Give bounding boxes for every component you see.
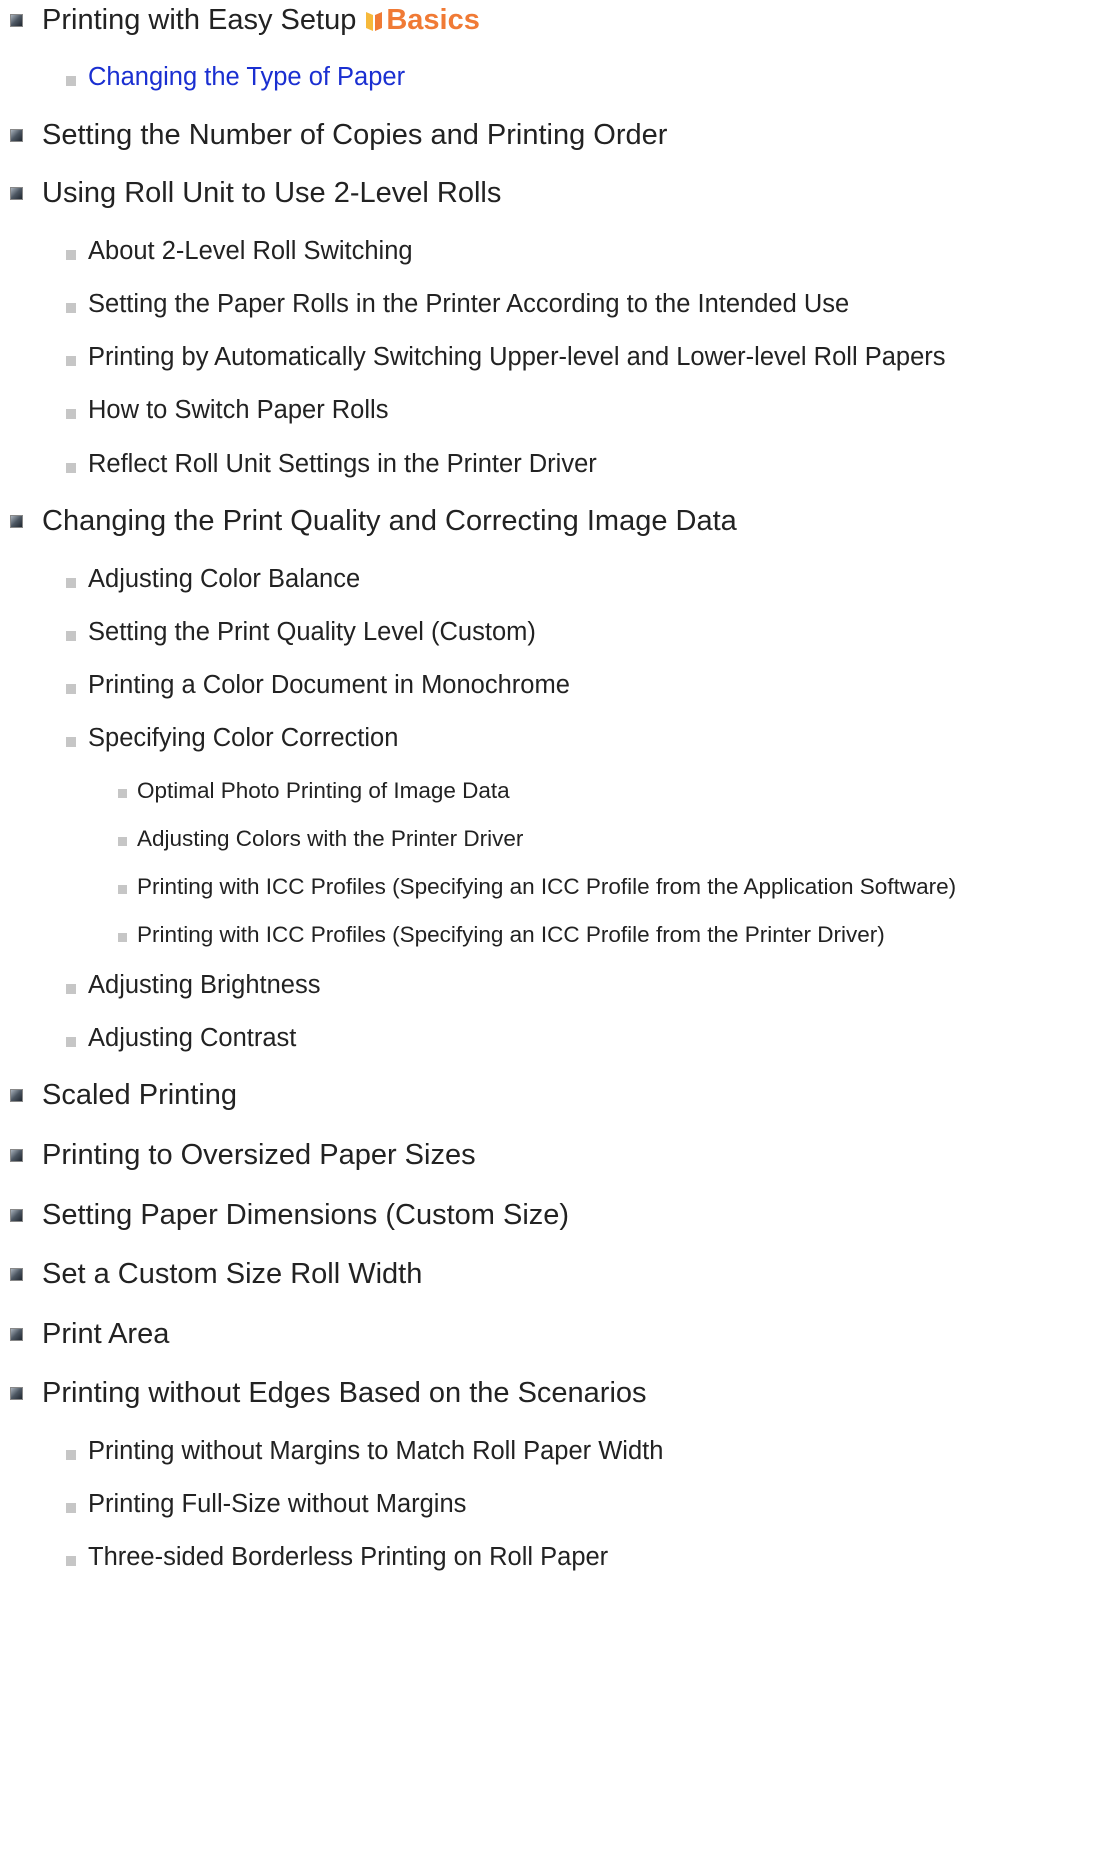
square-bullet-icon — [10, 1268, 23, 1281]
toc-item-printing-oversized-paper[interactable]: Printing to Oversized Paper Sizes — [10, 1139, 476, 1172]
toc-item-printing-with-easy-setup[interactable]: Printing with Easy Setup Basics — [10, 4, 480, 37]
toc-item-label[interactable]: Three-sided Borderless Printing on Roll … — [88, 1543, 608, 1572]
toc-item-changing-print-quality[interactable]: Changing the Print Quality and Correctin… — [10, 505, 737, 538]
small-square-bullet-icon — [66, 630, 76, 641]
small-square-bullet-icon — [66, 983, 76, 994]
toc-item-three-sided-borderless[interactable]: Three-sided Borderless Printing on Roll … — [66, 1543, 608, 1572]
toc-item-specifying-color-correction[interactable]: Specifying Color Correction — [66, 724, 398, 753]
toc-item-label[interactable]: Print Area — [42, 1318, 169, 1351]
toc-item-label[interactable]: Adjusting Color Balance — [88, 565, 360, 594]
toc-item-label[interactable]: Setting the Number of Copies and Printin… — [42, 119, 667, 152]
small-square-bullet-icon — [66, 1555, 76, 1566]
toc-item-label[interactable]: Printing by Automatically Switching Uppe… — [88, 343, 946, 372]
toc-item-label[interactable]: Printing Full-Size without Margins — [88, 1490, 466, 1519]
square-bullet-icon — [10, 1089, 23, 1102]
small-square-bullet-icon — [66, 462, 76, 473]
toc-item-label[interactable]: Adjusting Brightness — [88, 971, 320, 1000]
small-square-bullet-icon — [118, 837, 127, 846]
toc-item-using-roll-unit[interactable]: Using Roll Unit to Use 2-Level Rolls — [10, 177, 501, 210]
toc-item-label[interactable]: Printing without Edges Based on the Scen… — [42, 1377, 647, 1410]
toc-item-adjusting-colors-printer-driver[interactable]: Adjusting Colors with the Printer Driver — [118, 826, 523, 852]
toc-item-icc-profiles-application[interactable]: Printing with ICC Profiles (Specifying a… — [118, 874, 956, 900]
toc-item-full-size-without-margins[interactable]: Printing Full-Size without Margins — [66, 1490, 466, 1519]
toc-item-label[interactable]: About 2-Level Roll Switching — [88, 237, 413, 266]
toc-item-reflect-roll-unit-settings[interactable]: Reflect Roll Unit Settings in the Printe… — [66, 450, 597, 479]
square-bullet-icon — [10, 1149, 23, 1162]
toc-item-adjusting-contrast[interactable]: Adjusting Contrast — [66, 1024, 296, 1053]
small-square-bullet-icon — [66, 302, 76, 313]
small-square-bullet-icon — [66, 683, 76, 694]
toc-item-label[interactable]: Reflect Roll Unit Settings in the Printe… — [88, 450, 597, 479]
toc-item-label[interactable]: Adjusting Contrast — [88, 1024, 296, 1053]
toc-item-label[interactable]: Using Roll Unit to Use 2-Level Rolls — [42, 177, 501, 210]
toc-item-label[interactable]: Printing a Color Document in Monochrome — [88, 671, 570, 700]
small-square-bullet-icon — [66, 355, 76, 366]
book-icon — [366, 11, 383, 31]
small-square-bullet-icon — [66, 1449, 76, 1460]
toc-item-icc-profiles-printer-driver[interactable]: Printing with ICC Profiles (Specifying a… — [118, 922, 885, 948]
toc-item-label[interactable]: Printing with ICC Profiles (Specifying a… — [137, 922, 885, 948]
toc-item-how-to-switch-paper-rolls[interactable]: How to Switch Paper Rolls — [66, 396, 388, 425]
toc-item-print-area[interactable]: Print Area — [10, 1318, 169, 1351]
small-square-bullet-icon — [66, 1036, 76, 1047]
square-bullet-icon — [10, 1209, 23, 1222]
toc-item-label[interactable]: Setting Paper Dimensions (Custom Size) — [42, 1199, 569, 1232]
toc-item-label[interactable]: Specifying Color Correction — [88, 724, 398, 753]
small-square-bullet-icon — [66, 408, 76, 419]
toc-item-label[interactable]: Printing without Margins to Match Roll P… — [88, 1437, 663, 1466]
basics-label: Basics — [386, 4, 480, 36]
toc-item-label[interactable]: Changing the Print Quality and Correctin… — [42, 505, 737, 538]
toc-item-changing-the-type-of-paper[interactable]: Changing the Type of Paper — [66, 63, 405, 92]
toc-item-setting-paper-dimensions[interactable]: Setting Paper Dimensions (Custom Size) — [10, 1199, 569, 1232]
toc-link[interactable]: Changing the Type of Paper — [88, 63, 405, 92]
toc-item-label[interactable]: Set a Custom Size Roll Width — [42, 1258, 422, 1291]
small-square-bullet-icon — [66, 249, 76, 260]
toc-item-label[interactable]: Setting the Print Quality Level (Custom) — [88, 618, 536, 647]
toc-item-setting-print-quality-level[interactable]: Setting the Print Quality Level (Custom) — [66, 618, 536, 647]
toc-item-label[interactable]: Printing to Oversized Paper Sizes — [42, 1139, 476, 1172]
small-square-bullet-icon — [66, 1502, 76, 1513]
small-square-bullet-icon — [66, 736, 76, 747]
toc-item-printing-without-edges[interactable]: Printing without Edges Based on the Scen… — [10, 1377, 647, 1410]
toc-item-adjusting-brightness[interactable]: Adjusting Brightness — [66, 971, 320, 1000]
small-square-bullet-icon — [118, 789, 127, 798]
toc-item-label[interactable]: Scaled Printing — [42, 1079, 237, 1112]
toc-item-label[interactable]: Printing with Easy Setup — [42, 4, 356, 37]
toc-item-custom-size-roll-width[interactable]: Set a Custom Size Roll Width — [10, 1258, 422, 1291]
toc-item-without-margins-roll-width[interactable]: Printing without Margins to Match Roll P… — [66, 1437, 663, 1466]
toc-item-label[interactable]: How to Switch Paper Rolls — [88, 396, 388, 425]
basics-badge: Basics — [364, 4, 480, 37]
small-square-bullet-icon — [118, 933, 127, 942]
toc-item-label[interactable]: Setting the Paper Rolls in the Printer A… — [88, 290, 849, 319]
toc-item-label[interactable]: Printing with ICC Profiles (Specifying a… — [137, 874, 956, 900]
square-bullet-icon — [10, 14, 23, 27]
small-square-bullet-icon — [66, 75, 76, 86]
toc-item-scaled-printing[interactable]: Scaled Printing — [10, 1079, 237, 1112]
square-bullet-icon — [10, 187, 23, 200]
toc-item-setting-number-of-copies[interactable]: Setting the Number of Copies and Printin… — [10, 119, 667, 152]
square-bullet-icon — [10, 1387, 23, 1400]
square-bullet-icon — [10, 515, 23, 528]
square-bullet-icon — [10, 1328, 23, 1341]
toc-item-optimal-photo-printing[interactable]: Optimal Photo Printing of Image Data — [118, 778, 510, 804]
toc-item-printing-color-document-monochrome[interactable]: Printing a Color Document in Monochrome — [66, 671, 570, 700]
toc-item-adjusting-color-balance[interactable]: Adjusting Color Balance — [66, 565, 360, 594]
small-square-bullet-icon — [66, 577, 76, 588]
toc-item-setting-the-paper-rolls[interactable]: Setting the Paper Rolls in the Printer A… — [66, 290, 849, 319]
toc-item-printing-by-automatically-switching[interactable]: Printing by Automatically Switching Uppe… — [66, 343, 946, 372]
small-square-bullet-icon — [118, 885, 127, 894]
toc-item-label[interactable]: Optimal Photo Printing of Image Data — [137, 778, 510, 804]
toc-item-about-2-level-roll-switching[interactable]: About 2-Level Roll Switching — [66, 237, 413, 266]
toc-item-label[interactable]: Adjusting Colors with the Printer Driver — [137, 826, 523, 852]
square-bullet-icon — [10, 129, 23, 142]
